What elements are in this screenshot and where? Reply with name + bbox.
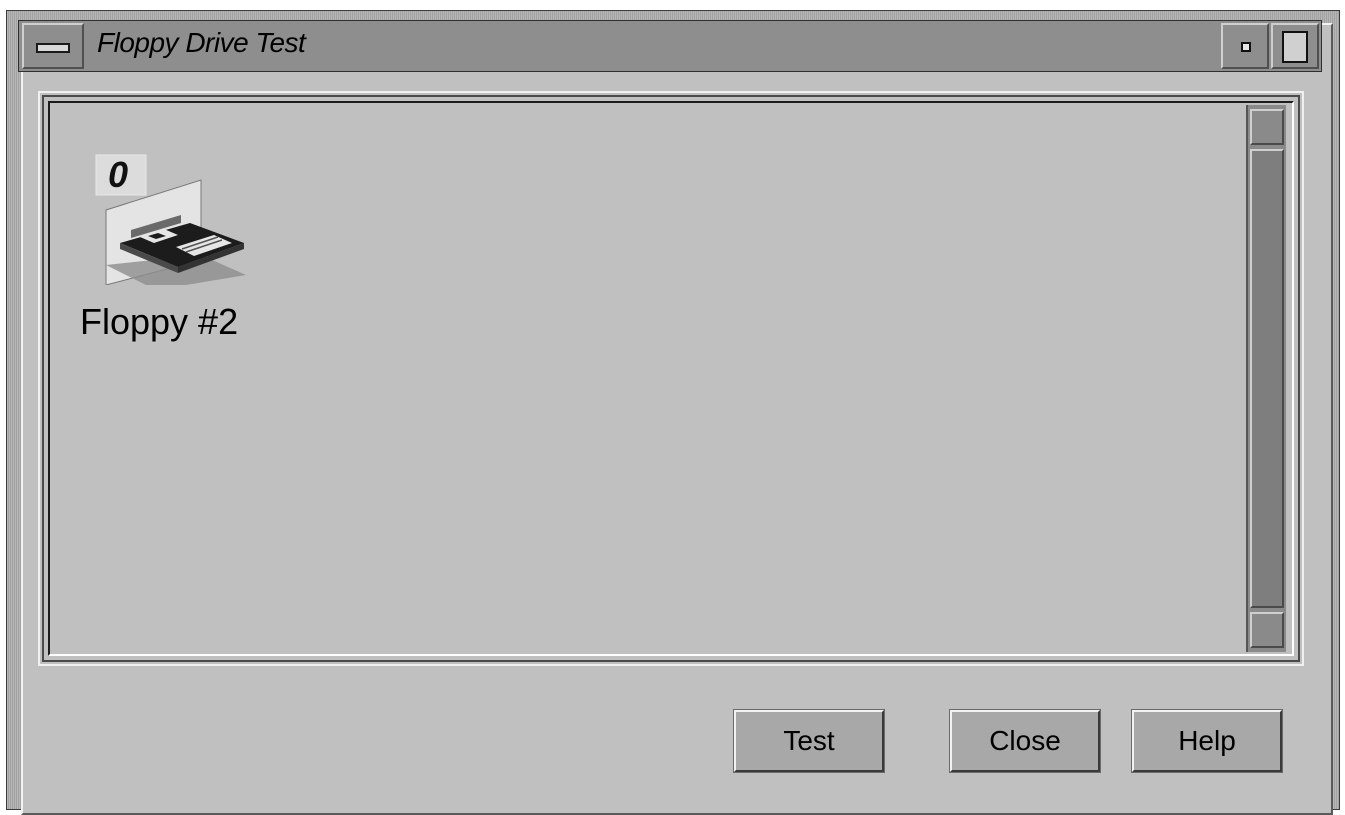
- window-title: Floppy Drive Test: [97, 27, 306, 58]
- title-bar[interactable]: Floppy Drive Test: [18, 20, 1322, 72]
- floppy-drive-icon: 0: [95, 154, 246, 285]
- window-menu-button[interactable]: [22, 23, 84, 69]
- drive-number-badge: 0: [108, 154, 128, 195]
- minimize-icon: [1241, 42, 1251, 52]
- scroll-track[interactable]: [1250, 149, 1284, 608]
- help-button[interactable]: Help: [1131, 709, 1283, 773]
- scroll-down-button[interactable]: [1250, 612, 1284, 648]
- drive-list-area[interactable]: 0 Floppy #2: [48, 101, 1294, 656]
- list-item-label: Floppy #2: [80, 301, 239, 342]
- vertical-scrollbar[interactable]: [1246, 105, 1286, 652]
- window-menu-icon: [36, 43, 70, 53]
- minimize-button[interactable]: [1221, 23, 1269, 69]
- list-item[interactable]: 0 Floppy #2: [70, 125, 260, 355]
- maximize-icon: [1282, 31, 1308, 63]
- close-button[interactable]: Close: [949, 709, 1101, 773]
- drive-list-panel: 0 Floppy #2: [38, 91, 1304, 666]
- maximize-button[interactable]: [1271, 23, 1319, 69]
- scroll-up-button[interactable]: [1250, 109, 1284, 145]
- test-button[interactable]: Test: [733, 709, 885, 773]
